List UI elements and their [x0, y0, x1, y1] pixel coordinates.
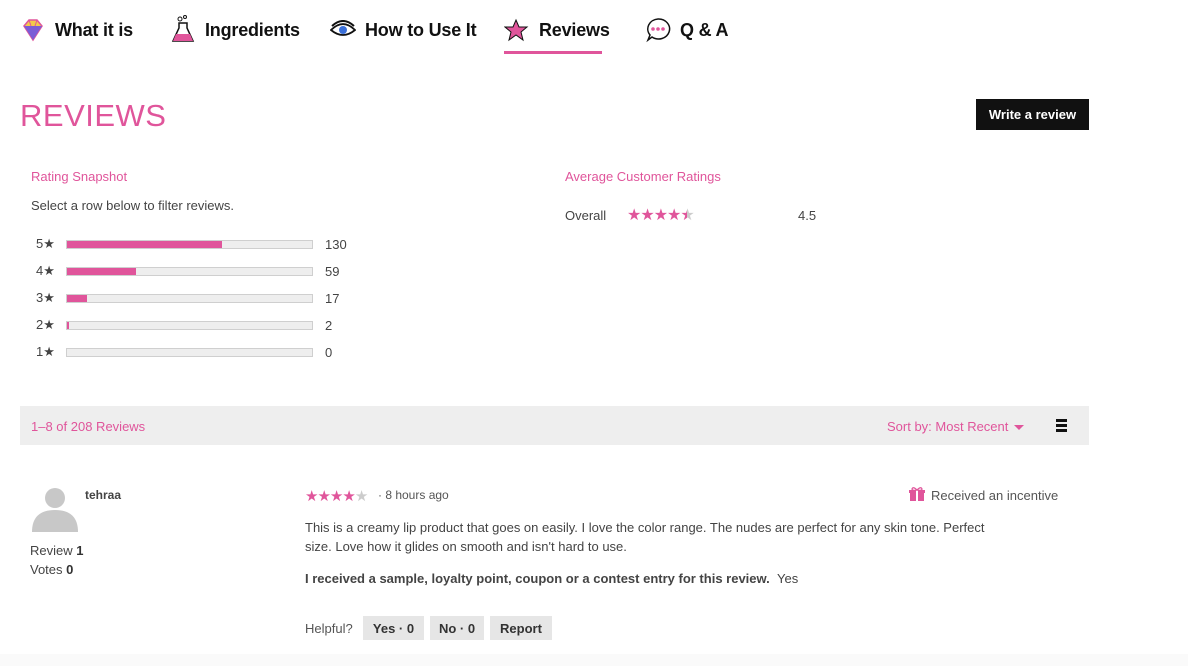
tab-q-and-a[interactable]: Q & A: [645, 6, 729, 54]
rating-row-count: 130: [325, 236, 347, 252]
tab-reviews[interactable]: Reviews: [504, 6, 610, 54]
diamond-icon: [20, 17, 46, 43]
incentive-badge: Received an incentive: [909, 486, 1058, 505]
review-timestamp: · 8 hours ago: [378, 488, 449, 502]
average-rating-value: 4.5: [798, 208, 817, 223]
review-count-label: Review: [30, 543, 73, 558]
speech-bubble-icon: [645, 17, 671, 43]
rating-bar: [66, 293, 313, 303]
avatar: [30, 484, 80, 532]
average-overall-label: Overall: [565, 208, 607, 223]
star-icon: ★: [680, 207, 694, 224]
rating-row-count: 17: [325, 290, 340, 306]
star-icon: ★: [305, 488, 318, 505]
review-text: This is a creamy lip product that goes o…: [305, 520, 985, 554]
rating-bar: [66, 266, 313, 276]
rating-row-2[interactable]: 2★ 2: [36, 316, 356, 334]
helpful-yes-button[interactable]: Yes · 0: [363, 616, 424, 640]
star-icon: ★: [653, 207, 668, 224]
average-star-rating: ★★★★★: [627, 205, 695, 225]
gift-icon: [909, 486, 925, 505]
reviews-toolbar: 1–8 of 208 Reviews Sort by: Most Recent: [20, 406, 1089, 445]
reviewer-name[interactable]: tehraa: [85, 488, 121, 502]
tab-label: Q & A: [680, 19, 729, 40]
star-icon: ★: [342, 488, 355, 505]
rating-bar-fill: [67, 240, 223, 248]
rating-row-4[interactable]: 4★ 59: [36, 262, 356, 280]
rating-bar-fill: [67, 267, 137, 275]
rating-row-label: 4★: [36, 263, 55, 278]
flask-icon: [170, 15, 196, 43]
reviewer-review-count: Review 1: [30, 543, 83, 558]
incentive-label: Received an incentive: [931, 488, 1059, 503]
rating-bar: [66, 347, 313, 357]
incentive-answer: Yes: [777, 571, 799, 586]
rating-row-5[interactable]: 5★ 130: [36, 235, 356, 253]
rating-snapshot-subtitle: Select a row below to filter reviews.: [31, 198, 235, 213]
tab-what-it-is[interactable]: What it is: [20, 6, 133, 54]
rating-bar: [66, 239, 313, 249]
chevron-down-icon: [1014, 425, 1025, 431]
tab-ingredients[interactable]: Ingredients: [170, 6, 300, 54]
rating-bar-fill: [67, 294, 88, 302]
star-icon: [504, 17, 530, 43]
page-bottom-strip: [0, 654, 1188, 666]
reviewer-votes: Votes 0: [30, 562, 73, 577]
rating-row-label: 1★: [36, 344, 55, 359]
write-review-button[interactable]: Write a review: [976, 99, 1089, 130]
sort-label: Sort by: Most Recent: [887, 419, 1009, 434]
rating-snapshot-title: Rating Snapshot: [31, 169, 128, 184]
star-icon: ★: [627, 207, 641, 224]
rating-bar-fill: [67, 321, 69, 329]
votes-value: 0: [66, 562, 74, 577]
rating-row-label: 3★: [36, 290, 55, 305]
product-tabs: What it is Ingredients How to Use It Rev…: [0, 0, 1188, 60]
eye-icon: [330, 17, 356, 43]
tab-label: Ingredients: [205, 19, 300, 40]
rating-row-count: 0: [325, 344, 333, 360]
filter-menu-icon[interactable]: [1056, 419, 1067, 432]
review-count: 1–8 of 208 Reviews: [31, 419, 146, 434]
tab-label: How to Use It: [365, 19, 477, 40]
tab-label: Reviews: [539, 19, 610, 40]
star-icon: ★: [640, 207, 654, 224]
rating-row-count: 59: [325, 263, 340, 279]
star-icon: ★: [354, 488, 368, 505]
star-icon: ★: [317, 488, 330, 505]
rating-row-1[interactable]: 1★ 0: [36, 343, 356, 361]
tab-label: What it is: [55, 19, 133, 40]
helpful-label: Helpful?: [305, 621, 353, 636]
rating-row-label: 5★: [36, 236, 55, 251]
star-icon: ★: [667, 207, 681, 224]
review-star-rating: ★★★★★: [305, 487, 368, 505]
report-button[interactable]: Report: [490, 616, 552, 640]
rating-row-count: 2: [325, 317, 333, 333]
incentive-question-text: I received a sample, loyalty point, coup…: [305, 571, 770, 586]
average-ratings-title: Average Customer Ratings: [565, 169, 721, 184]
star-icon: ★: [329, 488, 343, 505]
sort-dropdown[interactable]: Sort by: Most Recent: [887, 419, 1025, 434]
review-count-value: 1: [76, 543, 84, 558]
page-title: REVIEWS: [20, 98, 167, 133]
rating-bar: [66, 320, 313, 330]
rating-row-label: 2★: [36, 317, 55, 332]
tab-how-to-use[interactable]: How to Use It: [330, 6, 477, 54]
rating-row-3[interactable]: 3★ 17: [36, 289, 356, 307]
helpful-no-button[interactable]: No · 0: [430, 616, 484, 640]
votes-label: Votes: [30, 562, 63, 577]
incentive-question: I received a sample, loyalty point, coup…: [305, 571, 798, 586]
